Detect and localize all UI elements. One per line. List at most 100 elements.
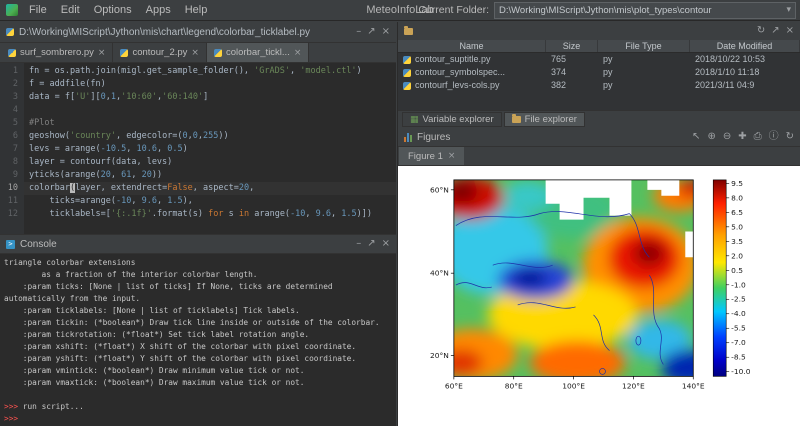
- tab-close-icon[interactable]: ×: [448, 151, 456, 161]
- code-line[interactable]: 7levs = arange(-10.5, 10.6, 0.5): [0, 143, 396, 156]
- line-number: 2: [0, 78, 24, 91]
- menu-item-file[interactable]: File: [22, 3, 54, 17]
- float-icon[interactable]: ↗: [771, 26, 779, 36]
- x-tick-label: 100°E: [562, 381, 585, 390]
- code-line[interactable]: 1fn = os.path.join(migl.get_sample_folde…: [0, 65, 396, 78]
- console-line: :param vmaxtick: (*boolean*) Draw maximu…: [4, 377, 392, 389]
- file-name: contourf_levs-cols.py: [415, 79, 500, 92]
- code-line[interactable]: 12 ticklabels=['{:.1f}'.format(s) for s …: [0, 208, 396, 221]
- column-header[interactable]: Name: [398, 40, 546, 52]
- console-line: [4, 389, 392, 401]
- python-file-icon: [120, 49, 128, 57]
- menu-item-apps[interactable]: Apps: [139, 3, 178, 17]
- code-editor[interactable]: 1fn = os.path.join(migl.get_sample_folde…: [0, 63, 396, 234]
- colorbar-tick-label: 8.0: [731, 193, 743, 202]
- code-line[interactable]: 4: [0, 104, 396, 117]
- console-line: :param tickrotation: (*float*) Set tick …: [4, 329, 392, 341]
- editor-tab-label: surf_sombrero.py: [20, 47, 94, 58]
- code-line[interactable]: 8layer = contourf(data, levs): [0, 156, 396, 169]
- print-icon[interactable]: ⎙: [754, 132, 762, 142]
- close-icon[interactable]: ×: [786, 26, 794, 36]
- console-prompt: >>>: [4, 414, 18, 423]
- code-line[interactable]: 9yticks(arange(20, 61, 20)): [0, 169, 396, 182]
- x-tick-label: 120°E: [622, 381, 645, 390]
- console-line: triangle colorbar extensions: [4, 257, 392, 269]
- figures-title: Figures: [417, 132, 450, 143]
- editor-tab-label: colorbar_tickl...: [226, 47, 290, 58]
- table-row[interactable]: contour_suptitle.py765py2018/10/22 10:53: [398, 53, 800, 66]
- code-line[interactable]: 2f = addfile(fn): [0, 78, 396, 91]
- column-header[interactable]: File Type: [598, 40, 690, 52]
- line-number: 6: [0, 130, 24, 143]
- pan-icon[interactable]: ✚: [738, 132, 746, 142]
- refresh-icon[interactable]: ↻: [757, 26, 765, 36]
- tab-variable-explorer[interactable]: ▦Variable explorer: [402, 112, 502, 127]
- console-prompt-text: run script...: [18, 402, 84, 411]
- colorbar-tick-label: -1.0: [731, 280, 746, 289]
- zoom-out-icon[interactable]: ⊖: [723, 132, 731, 142]
- menu-items: FileEditOptionsAppsHelp: [22, 3, 214, 17]
- pointer-icon[interactable]: ↖: [692, 132, 700, 142]
- float-icon[interactable]: ↗: [367, 239, 375, 249]
- colorbar-tick-label: -4.0: [731, 309, 746, 318]
- contour-map-figure: 60°E80°E100°E120°E140°E 20°N40°N60°N 9.5…: [398, 166, 800, 426]
- line-number: 9: [0, 169, 24, 182]
- zoom-in-icon[interactable]: ⊕: [707, 132, 715, 142]
- colorbar-tick-label: 9.5: [731, 179, 743, 188]
- file-date: 2018/1/10 11:18: [690, 66, 800, 79]
- file-explorer-toolbar: ↻ ↗ ×: [757, 26, 794, 36]
- editor-file-path: D:\Working\MIScript\Jython\mis\chart\leg…: [19, 27, 310, 38]
- code-line[interactable]: 5#Plot: [0, 117, 396, 130]
- close-icon[interactable]: ×: [382, 27, 390, 37]
- menu-item-options[interactable]: Options: [87, 3, 139, 17]
- console-output[interactable]: triangle colorbar extensions as a fracti…: [0, 254, 396, 426]
- menu-item-edit[interactable]: Edit: [54, 3, 87, 17]
- python-file-icon: [214, 49, 222, 57]
- column-header[interactable]: Date Modified: [690, 40, 800, 52]
- chevron-down-icon[interactable]: ▾: [782, 5, 791, 15]
- table-row[interactable]: contour_symbolspec...374py2018/1/10 11:1…: [398, 66, 800, 79]
- figure-tab[interactable]: Figure 1 ×: [399, 147, 464, 165]
- tab-file-explorer[interactable]: File explorer: [504, 112, 585, 127]
- tab-close-icon[interactable]: ×: [191, 48, 199, 58]
- line-number: 5: [0, 117, 24, 130]
- line-number: 12: [0, 208, 24, 221]
- current-folder-group: Current Folder: D:\Working\MIScript\Jyth…: [418, 2, 796, 19]
- file-date: 2021/3/11 04:9: [690, 79, 800, 92]
- menu-item-help[interactable]: Help: [178, 3, 215, 17]
- figure-canvas[interactable]: 60°E80°E100°E120°E140°E 20°N40°N60°N 9.5…: [398, 166, 800, 426]
- colorbar-tick-label: 5.0: [731, 222, 743, 231]
- tab-close-icon[interactable]: ×: [294, 48, 302, 58]
- editor-tab[interactable]: surf_sombrero.py ×: [1, 43, 113, 62]
- console-line: :param ticks: [None | list of ticks] If …: [4, 281, 392, 293]
- minimize-icon[interactable]: –: [356, 239, 361, 249]
- tab-close-icon[interactable]: ×: [98, 48, 106, 58]
- table-row[interactable]: contourf_levs-cols.py382py2021/3/11 04:9: [398, 79, 800, 92]
- column-header[interactable]: Size: [546, 40, 598, 52]
- app-logo-icon: [6, 4, 18, 16]
- python-file-icon: [403, 82, 411, 90]
- file-explorer-header: ↻ ↗ ×: [398, 22, 800, 41]
- code-line[interactable]: 11 ticks=arange(-10, 9.6, 1.5),: [0, 195, 396, 208]
- editor-tab[interactable]: contour_2.py×: [113, 43, 206, 62]
- refresh-icon[interactable]: ↻: [786, 132, 794, 142]
- code-line[interactable]: 3data = f['U'][0,1,'10:60','60:140']: [0, 91, 396, 104]
- current-folder-select[interactable]: D:\Working\MIScript\Jython\mis\plot_type…: [494, 2, 796, 19]
- code-line[interactable]: 6geoshow('country', edgecolor=(0,0,255)): [0, 130, 396, 143]
- info-icon[interactable]: ⓘ: [769, 132, 779, 142]
- code-line[interactable]: 10colorbar(layer, extendrect=False, aspe…: [0, 182, 396, 195]
- line-number: 8: [0, 156, 24, 169]
- line-number: 7: [0, 143, 24, 156]
- close-icon[interactable]: ×: [382, 239, 390, 249]
- float-icon[interactable]: ↗: [367, 27, 375, 37]
- x-tick-label: 60°E: [445, 381, 463, 390]
- line-number: 11: [0, 195, 24, 208]
- console-line: :param yshift: (*float*) Y shift of the …: [4, 353, 392, 365]
- editor-tabs: surf_sombrero.py×contour_2.py×colorbar_t…: [0, 43, 396, 63]
- file-table: NameSizeFile TypeDate Modified contour_s…: [398, 40, 800, 111]
- console-prompt: >>>: [4, 402, 18, 411]
- editor-tab[interactable]: colorbar_tickl... ×: [207, 43, 309, 62]
- figures-header: Figures ↖ ⊕ ⊖ ✚ ⎙ ⓘ ↻: [398, 128, 800, 147]
- minimize-icon[interactable]: –: [356, 27, 361, 37]
- line-number: 10: [0, 182, 24, 195]
